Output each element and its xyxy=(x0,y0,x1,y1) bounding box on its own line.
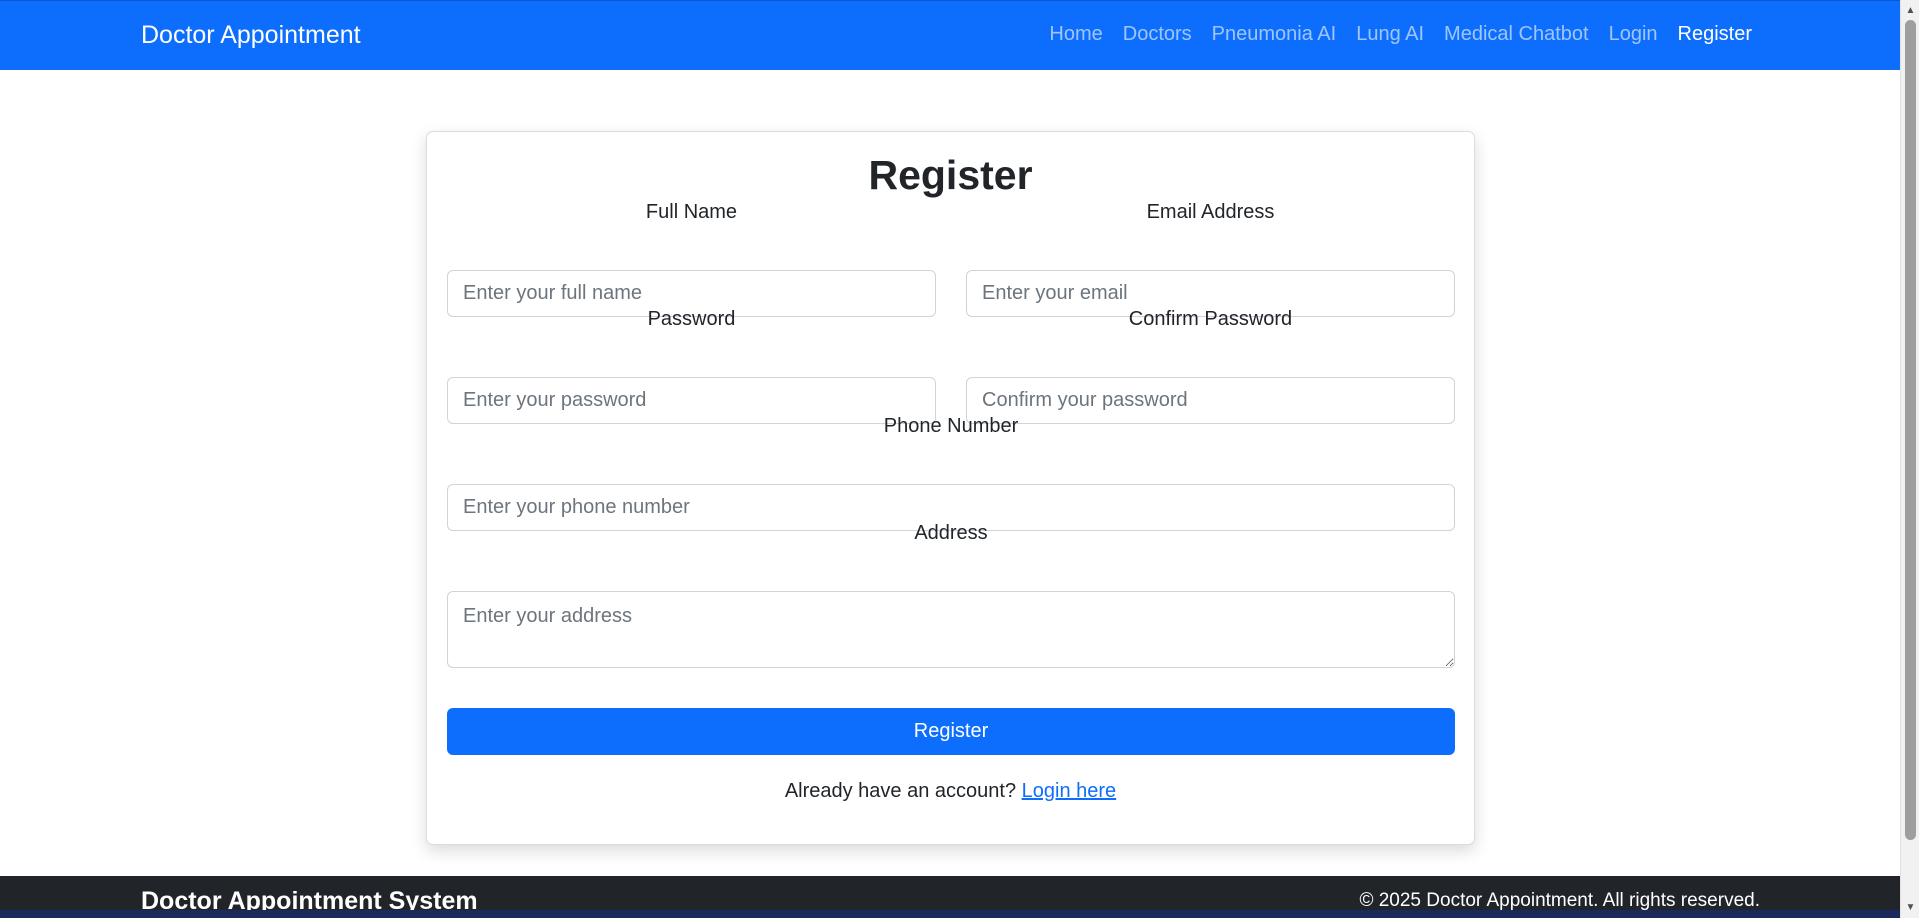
login-here-link[interactable]: Login here xyxy=(1022,780,1117,802)
triangle-up-icon[interactable]: ▲ xyxy=(1901,2,1919,19)
nav-link-medical-chatbot[interactable]: Medical Chatbot xyxy=(1444,23,1589,46)
navbar: Doctor Appointment Home Doctors Pneumoni… xyxy=(0,0,1900,70)
nav-link-pneumonia-ai[interactable]: Pneumonia AI xyxy=(1212,23,1337,46)
address-label: Address xyxy=(914,522,988,544)
nav-link-lung-ai[interactable]: Lung AI xyxy=(1356,23,1424,46)
full-name-label: Full Name xyxy=(645,201,738,223)
scrollbar-thumb[interactable] xyxy=(1905,20,1916,840)
register-card: Register Full Name Email Address Passwor… xyxy=(426,131,1475,845)
footer-copyright: © 2025 Doctor Appointment. All rights re… xyxy=(1359,890,1760,911)
login-prompt-text: Already have an account? xyxy=(784,780,1017,802)
triangle-down-icon[interactable]: ▼ xyxy=(1901,899,1919,916)
login-prompt: Already have an account? Login here xyxy=(427,780,1474,803)
nav-link-register[interactable]: Register xyxy=(1678,23,1752,46)
email-label: Email Address xyxy=(1146,201,1275,223)
page-viewport: Doctor Appointment Home Doctors Pneumoni… xyxy=(0,0,1900,918)
footer-strip xyxy=(0,910,1900,918)
nav-link-doctors[interactable]: Doctors xyxy=(1123,23,1192,46)
nav-link-login[interactable]: Login xyxy=(1609,23,1658,46)
page-title: Register xyxy=(868,152,1033,198)
nav-links: Home Doctors Pneumonia AI Lung AI Medica… xyxy=(1049,23,1752,46)
password-label: Password xyxy=(647,308,736,330)
phone-label: Phone Number xyxy=(883,415,1019,437)
nav-link-home[interactable]: Home xyxy=(1049,23,1102,46)
navbar-brand[interactable]: Doctor Appointment xyxy=(141,21,361,50)
vertical-scrollbar[interactable]: ▲ ▼ xyxy=(1900,0,1919,918)
address-textarea[interactable] xyxy=(447,591,1455,668)
confirm-password-label: Confirm Password xyxy=(1128,308,1293,330)
register-button[interactable]: Register xyxy=(447,708,1455,755)
